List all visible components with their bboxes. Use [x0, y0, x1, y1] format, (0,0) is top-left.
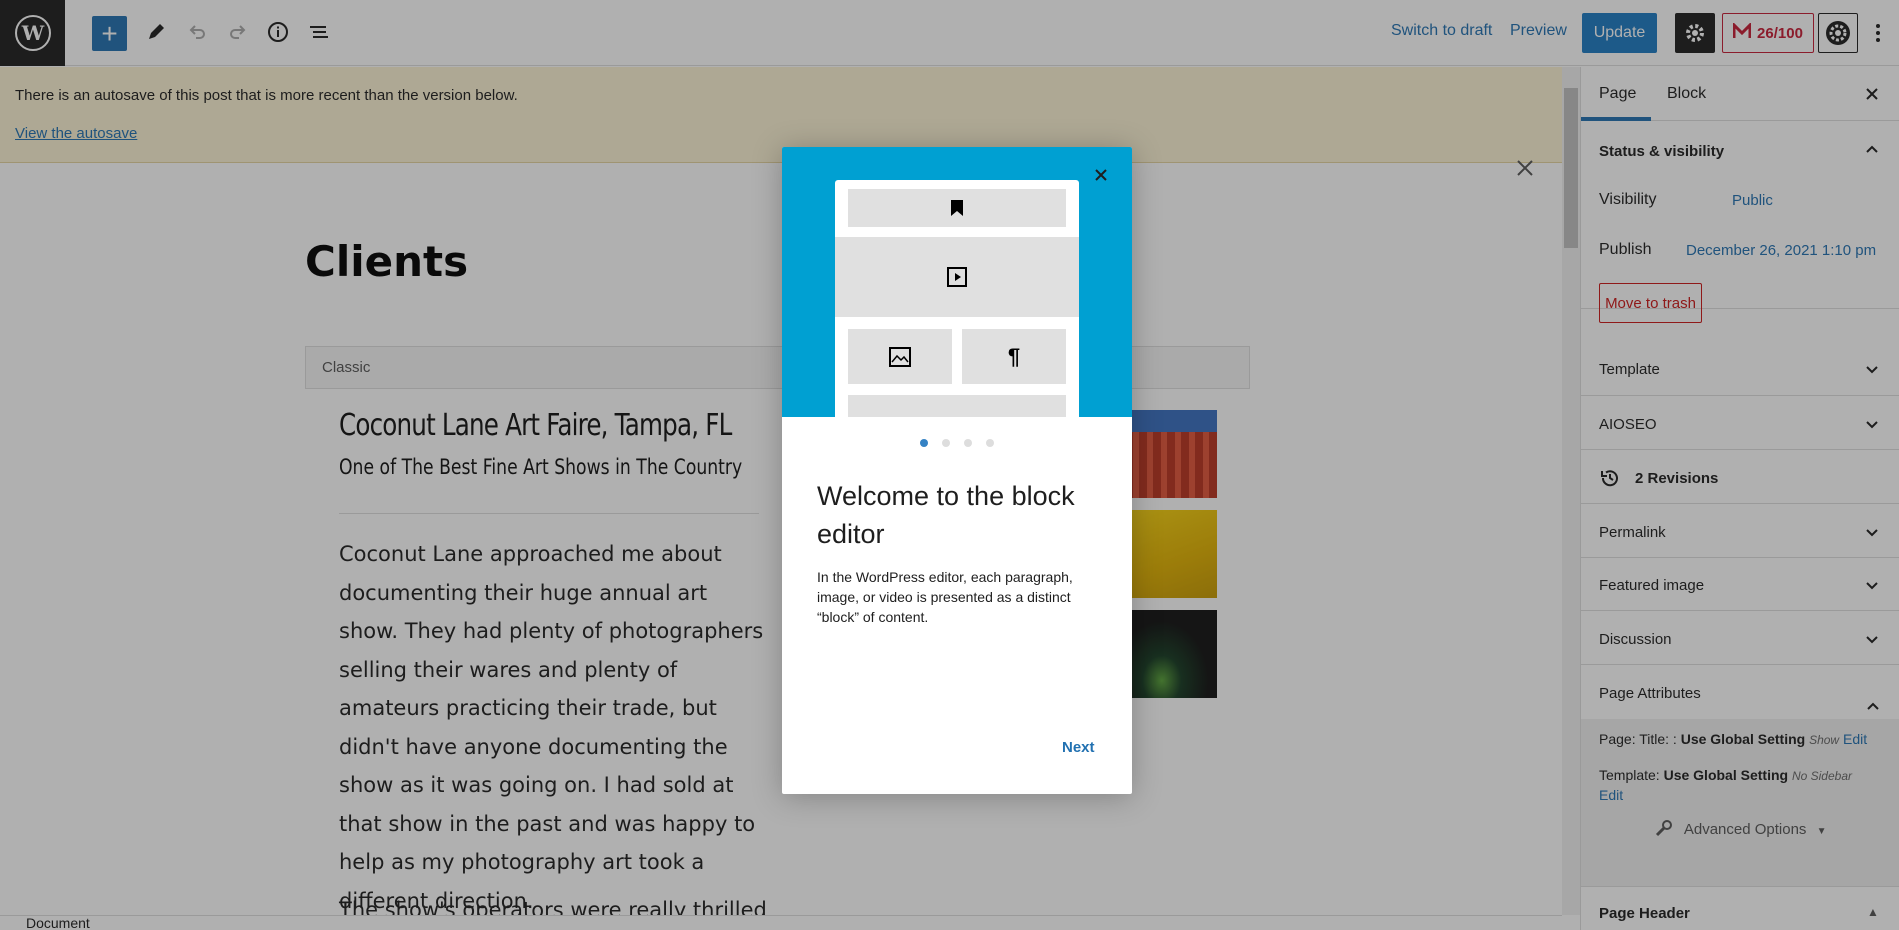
- image-block-icon: [848, 329, 952, 384]
- modal-body: In the WordPress editor, each paragraph,…: [817, 569, 1073, 625]
- bookmark-block-icon: [848, 189, 1066, 227]
- paragraph-block-icon: ¶: [962, 329, 1066, 384]
- video-block-icon: [835, 237, 1079, 317]
- welcome-illustration: ¶: [782, 147, 1132, 417]
- page-dot-1[interactable]: [920, 439, 928, 447]
- page-dot-3[interactable]: [964, 439, 972, 447]
- phone-illustration: ¶: [835, 180, 1079, 417]
- page-dot-4[interactable]: [986, 439, 994, 447]
- placeholder-block: [848, 395, 1066, 417]
- modal-heading: Welcome to the block editor: [817, 481, 1075, 549]
- close-icon[interactable]: [1093, 167, 1109, 188]
- next-button[interactable]: Next: [1062, 739, 1095, 756]
- page-indicator: [782, 439, 1132, 447]
- page-dot-2[interactable]: [942, 439, 950, 447]
- welcome-guide-modal: ¶ Welcome to the block editor In the Wor…: [782, 147, 1132, 794]
